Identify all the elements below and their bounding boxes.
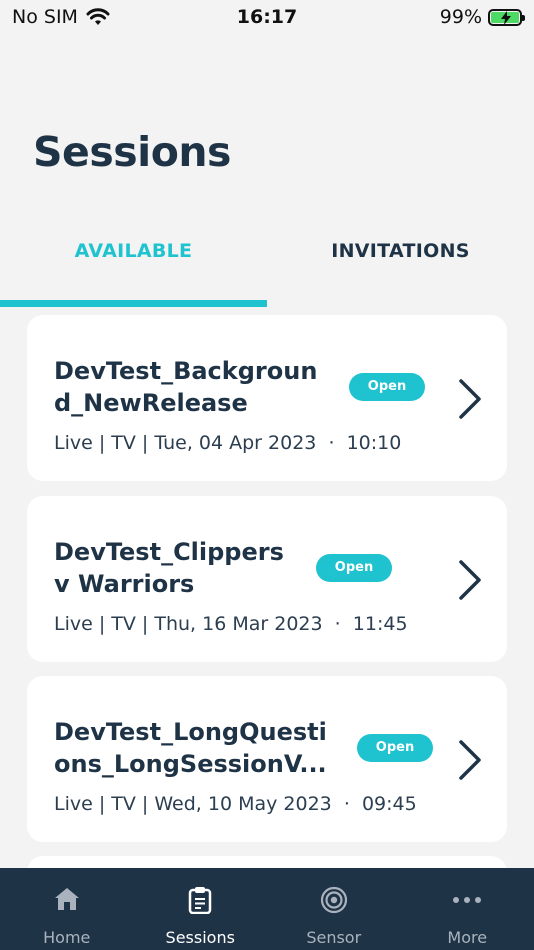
more-icon — [453, 897, 482, 903]
status-right: 99% — [439, 6, 525, 28]
nav-item-sensor[interactable]: Sensor — [267, 868, 401, 950]
chevron-right-icon[interactable] — [457, 377, 483, 421]
session-meta: Live | TV | Tue, 04 Apr 2023 · 10:10 — [54, 432, 402, 454]
nav-label-sessions: Sessions — [165, 928, 235, 947]
nav-item-sessions[interactable]: Sessions — [134, 868, 268, 950]
sensor-icon — [320, 886, 347, 914]
session-card[interactable]: DevTest_Clippers v Warriors Open Live | … — [27, 496, 507, 662]
battery-percent: 99% — [439, 6, 482, 28]
session-meta: Live | TV | Wed, 10 May 2023 · 09:45 — [54, 793, 417, 815]
chevron-right-icon[interactable] — [457, 738, 483, 782]
status-badge: Open — [357, 734, 433, 762]
clipboard-icon — [189, 887, 212, 914]
active-tab-indicator — [0, 300, 267, 307]
battery-icon — [488, 8, 525, 26]
status-badge: Open — [349, 373, 425, 401]
session-card[interactable]: DevTest_Backgroun d_NewRelease Open Live… — [27, 315, 507, 481]
session-meta: Live | TV | Thu, 16 Mar 2023 · 11:45 — [54, 613, 408, 635]
tab-available[interactable]: AVAILABLE — [0, 240, 267, 262]
status-bar: No SIM 16:17 99% — [0, 0, 534, 36]
home-icon — [54, 888, 79, 910]
nav-item-home[interactable]: Home — [0, 868, 134, 950]
nav-label-sensor: Sensor — [306, 928, 362, 947]
nav-item-more[interactable]: More — [401, 868, 534, 950]
session-card[interactable]: DevTest_LongQuesti ons_LongSessionV... O… — [27, 676, 507, 842]
session-title: DevTest_LongQuesti ons_LongSessionV... — [54, 718, 327, 778]
bottom-nav: Home Sessions Sensor More — [0, 868, 534, 950]
tab-invitations[interactable]: INVITATIONS — [267, 240, 534, 262]
nav-label-home: Home — [43, 928, 91, 947]
chevron-right-icon[interactable] — [457, 558, 483, 602]
session-title: DevTest_Backgroun d_NewRelease — [54, 357, 318, 417]
session-title: DevTest_Clippers v Warriors — [54, 538, 284, 598]
page-title: Sessions — [33, 128, 231, 176]
nav-label-more: More — [447, 928, 488, 947]
status-badge: Open — [316, 554, 392, 582]
